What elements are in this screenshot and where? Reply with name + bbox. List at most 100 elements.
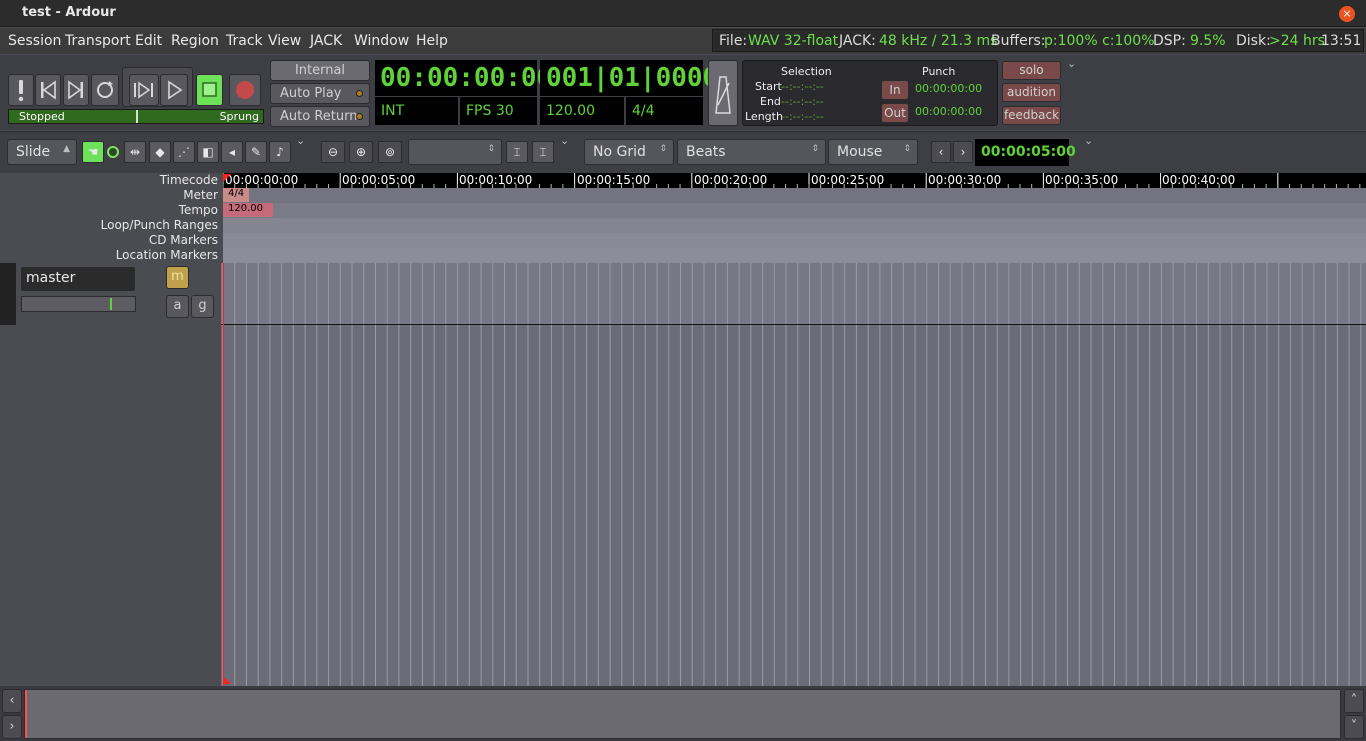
selection-start-value[interactable]: --:--:--:--: [781, 80, 824, 93]
menu-region[interactable]: Region: [171, 33, 219, 49]
edit-point-selector[interactable]: Mouse ⇕: [828, 139, 918, 165]
grid-mode-selector[interactable]: No Grid ⇕: [584, 139, 674, 165]
ruler-label-meter[interactable]: Meter: [183, 188, 218, 202]
chevron-down-icon[interactable]: ⌄: [1084, 134, 1093, 147]
chevron-down-icon[interactable]: ⌄: [1067, 57, 1076, 70]
disk-value: >24 hrs: [1269, 33, 1325, 49]
menu-help[interactable]: Help: [416, 33, 448, 49]
sync-button[interactable]: Internal: [270, 60, 370, 81]
edit-mode-selector[interactable]: Slide ▲: [7, 139, 77, 165]
panic-button[interactable]: [8, 74, 34, 106]
cut-tool-button[interactable]: ◆: [149, 141, 171, 163]
close-button[interactable]: ×: [1339, 6, 1355, 22]
meter-marker[interactable]: 4/4: [223, 188, 249, 202]
draw-tool-button[interactable]: ✎: [245, 141, 267, 163]
menu-track[interactable]: Track: [226, 33, 263, 49]
feedback-button[interactable]: feedback: [1002, 106, 1061, 125]
auto-play-button[interactable]: Auto Play: [270, 83, 370, 104]
secondary-clock[interactable]: 001|01|0000: [540, 60, 718, 96]
play-icon: [168, 80, 183, 100]
nudge-backward-button[interactable]: ‹: [931, 141, 951, 163]
menu-window[interactable]: Window: [354, 33, 409, 49]
ruler-label-cd-markers[interactable]: CD Markers: [149, 233, 218, 247]
stop-button[interactable]: [196, 74, 223, 106]
content-tool-button[interactable]: ♪: [269, 141, 291, 163]
nudge-clock[interactable]: 00:00:05:00: [975, 139, 1076, 166]
smart-mode-toggle[interactable]: [107, 146, 119, 158]
cd-markers-ruler[interactable]: [223, 233, 1366, 248]
menu-session[interactable]: Session: [8, 33, 61, 49]
master-track-header[interactable]: master m a g: [0, 263, 221, 325]
chevron-down-icon[interactable]: ⌄: [560, 134, 569, 147]
play-range-button[interactable]: [129, 74, 159, 106]
play-range-icon: [134, 81, 153, 99]
grab-tool-button[interactable]: ☚: [82, 141, 104, 163]
scroll-down-button[interactable]: ˅: [1344, 715, 1364, 739]
zoom-focus-selector[interactable]: ⇕: [408, 139, 502, 165]
zoom-out-button[interactable]: ⊖: [321, 141, 345, 163]
audition-button[interactable]: audition: [1002, 83, 1061, 102]
primary-clock[interactable]: 00:00:00:00: [375, 60, 552, 96]
editor-summary[interactable]: [24, 689, 1341, 739]
playhead-bottom-icon: [223, 676, 231, 684]
auto-return-button[interactable]: Auto Return: [270, 106, 370, 127]
expand-tracks-button[interactable]: ⌶: [532, 141, 554, 163]
track-header-empty-area: [0, 325, 221, 686]
group-button[interactable]: g: [191, 295, 214, 318]
mute-button[interactable]: m: [166, 266, 189, 289]
spinner-icon: ▲: [63, 144, 70, 154]
ruler-label-timecode[interactable]: Timecode: [160, 173, 218, 187]
goto-end-button[interactable]: [63, 74, 89, 106]
scroll-right-button[interactable]: ›: [2, 715, 22, 739]
nudge-forward-button[interactable]: ›: [953, 141, 973, 163]
menu-jack[interactable]: JACK: [310, 33, 342, 49]
tempo-ruler[interactable]: 120.00: [223, 203, 1366, 218]
scroll-left-button[interactable]: ‹: [2, 689, 22, 713]
ruler-label-loop-punch[interactable]: Loop/Punch Ranges: [101, 218, 218, 232]
cut-icon: ◆: [155, 145, 165, 159]
play-button[interactable]: [160, 74, 188, 106]
draw-gain-tool-button[interactable]: ⋰: [173, 141, 195, 163]
selection-end-value[interactable]: --:--:--:--: [781, 95, 824, 108]
loop-button[interactable]: [91, 74, 119, 106]
punch-in-button[interactable]: In: [881, 80, 909, 100]
ruler-label-location-markers[interactable]: Location Markers: [116, 248, 218, 262]
zoom-in-button[interactable]: ⊕: [349, 141, 373, 163]
scroll-up-button[interactable]: ˄: [1344, 689, 1364, 713]
track-name-field[interactable]: master: [21, 267, 135, 291]
playhead[interactable]: [223, 263, 224, 686]
chevron-down-icon[interactable]: ⌄: [296, 134, 305, 147]
editor-canvas[interactable]: [221, 174, 1366, 686]
menu-transport[interactable]: Transport: [65, 33, 131, 49]
menu-edit[interactable]: Edit: [135, 33, 162, 49]
zoom-session-button[interactable]: ⊚: [378, 141, 402, 163]
goto-start-button[interactable]: [35, 74, 61, 106]
master-track-lane[interactable]: [221, 263, 1366, 325]
click-button[interactable]: [708, 60, 738, 126]
punch-out-button[interactable]: Out: [881, 103, 909, 123]
range-tool-button[interactable]: ⇹: [124, 141, 146, 163]
auto-return-label: Auto Return: [280, 109, 358, 124]
selection-length-value[interactable]: --:--:--:--: [781, 110, 824, 123]
menu-view[interactable]: View: [268, 33, 301, 49]
tempo-marker[interactable]: 120.00: [223, 203, 273, 217]
timecode-ruler[interactable]: 00:00:00:00 00:00:05:00 00:00:10:00 00:0…: [223, 173, 1366, 188]
loop-punch-ruler[interactable]: [223, 218, 1366, 233]
solo-button[interactable]: solo: [1002, 61, 1061, 80]
file-format: WAV 32-float: [748, 33, 839, 49]
meter-ruler[interactable]: 4/4: [223, 188, 1366, 203]
shrink-tracks-button[interactable]: ⌶: [506, 141, 528, 163]
stretch-tool-button[interactable]: ◧: [197, 141, 219, 163]
ruler-label-tempo[interactable]: Tempo: [179, 203, 218, 217]
tick-label: 00:00:20:00: [694, 173, 768, 187]
audition-tool-button[interactable]: ◂: [221, 141, 243, 163]
location-markers-ruler[interactable]: [223, 248, 1366, 263]
automation-button[interactable]: a: [166, 295, 189, 318]
shuttle-control[interactable]: Stopped Sprung: [8, 109, 264, 124]
grid-type-selector[interactable]: Beats ⇕: [677, 139, 826, 165]
secondary-clock-tempo: 120.00: [540, 97, 624, 125]
gain-fader[interactable]: [21, 296, 136, 312]
record-button[interactable]: [229, 74, 261, 106]
led-icon: [356, 113, 363, 120]
goto-end-icon: [68, 80, 83, 100]
